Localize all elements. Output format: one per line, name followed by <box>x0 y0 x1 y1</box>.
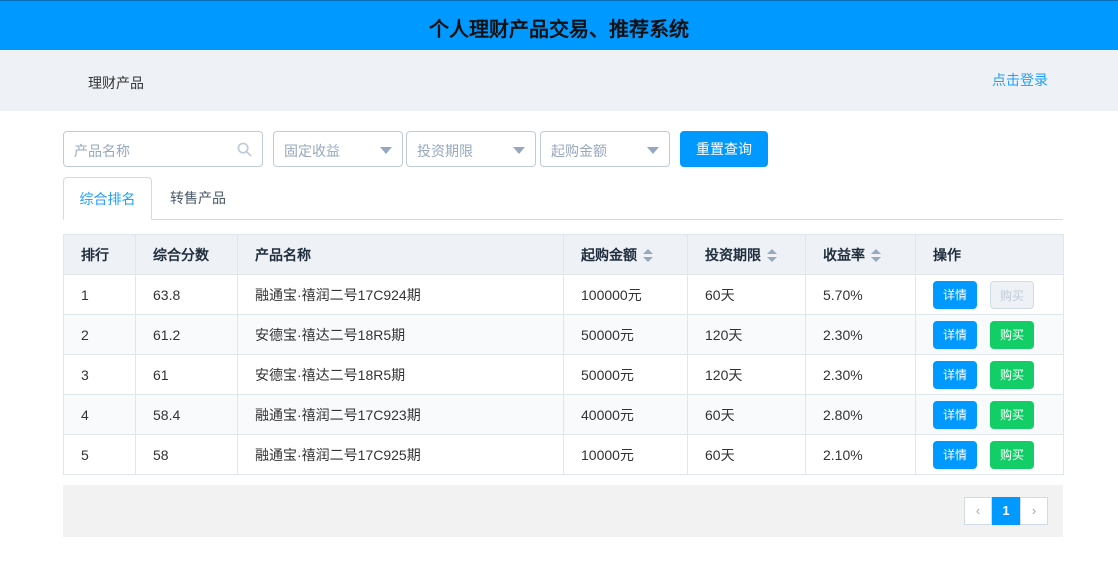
table-row: 1 63.8 融通宝·禧润二号17C924期 100000元 60天 5.70%… <box>63 274 1064 315</box>
prev-page-button[interactable]: ‹ <box>964 497 992 525</box>
detail-button[interactable]: 详情 <box>933 280 977 309</box>
nav-item-products[interactable]: 理财产品 <box>88 73 144 93</box>
cell-score: 61 <box>135 354 238 395</box>
app-header: 个人理财产品交易、推荐系统 <box>0 0 1118 50</box>
detail-button[interactable]: 详情 <box>933 320 977 349</box>
cell-rank: 2 <box>63 314 136 355</box>
tab-overall-ranking[interactable]: 综合排名 <box>63 177 152 220</box>
sort-icon[interactable] <box>643 248 653 263</box>
cell-actions: 详情 购买 <box>915 434 1064 475</box>
pagination-bar: ‹ 1 › <box>63 485 1063 537</box>
col-term[interactable]: 投资期限 <box>687 234 806 275</box>
cell-score: 61.2 <box>135 314 238 355</box>
chevron-down-icon <box>513 147 525 154</box>
cell-score: 63.8 <box>135 274 238 315</box>
cell-min-amount: 40000元 <box>563 394 688 435</box>
table-row: 3 61 安德宝·禧达二号18R5期 50000元 120天 2.30% 详情购… <box>63 354 1064 395</box>
search-input[interactable]: 产品名称 <box>63 131 263 167</box>
cell-min-amount: 100000元 <box>563 274 688 315</box>
col-product-name: 产品名称 <box>237 234 564 275</box>
col-rate-label: 收益率 <box>823 246 865 263</box>
cell-actions: 详情 购买 <box>915 354 1064 395</box>
detail-button[interactable]: 详情 <box>933 400 977 429</box>
app-title: 个人理财产品交易、推荐系统 <box>429 19 689 41</box>
sort-icon[interactable] <box>767 248 777 263</box>
detail-button[interactable]: 详情 <box>933 360 977 389</box>
cell-min-amount: 50000元 <box>563 354 688 395</box>
cell-rate: 2.30% <box>805 354 916 395</box>
reset-query-button[interactable]: 重置查询 <box>680 131 768 167</box>
detail-button[interactable]: 详情 <box>933 440 977 469</box>
col-min-amount-label: 起购金额 <box>581 246 637 263</box>
cell-term: 60天 <box>687 394 806 435</box>
chevron-down-icon <box>380 147 392 154</box>
cell-score: 58 <box>135 434 238 475</box>
cell-rank: 5 <box>63 434 136 475</box>
cell-min-amount: 50000元 <box>563 314 688 355</box>
buy-button[interactable]: 购买 <box>990 400 1034 429</box>
cell-product-name: 融通宝·禧润二号17C924期 <box>237 274 564 315</box>
col-term-label: 投资期限 <box>705 246 761 263</box>
search-icon[interactable] <box>237 142 252 157</box>
cell-actions: 详情 购买 <box>915 394 1064 435</box>
cell-actions: 详情 购买 <box>915 274 1064 315</box>
cell-term: 120天 <box>687 314 806 355</box>
cell-rank: 4 <box>63 394 136 435</box>
col-score: 综合分数 <box>135 234 238 275</box>
login-link[interactable]: 点击登录 <box>992 70 1048 90</box>
table-row: 5 58 融通宝·禧润二号17C925期 10000元 60天 2.10% 详情… <box>63 434 1064 475</box>
cell-product-name: 融通宝·禧润二号17C923期 <box>237 394 564 435</box>
search-placeholder: 产品名称 <box>74 143 130 159</box>
cell-product-name: 安德宝·禧达二号18R5期 <box>237 354 564 395</box>
income-type-placeholder: 固定收益 <box>284 143 340 159</box>
term-select[interactable]: 投资期限 <box>406 131 536 167</box>
cell-rank: 1 <box>63 274 136 315</box>
next-page-button[interactable]: › <box>1020 497 1048 525</box>
col-rate[interactable]: 收益率 <box>805 234 916 275</box>
min-amount-select[interactable]: 起购金额 <box>540 131 670 167</box>
cell-rank: 3 <box>63 354 136 395</box>
buy-button[interactable]: 购买 <box>990 360 1034 389</box>
buy-button[interactable]: 购买 <box>990 320 1034 349</box>
cell-score: 58.4 <box>135 394 238 435</box>
page-number-current[interactable]: 1 <box>992 497 1020 525</box>
cell-product-name: 安德宝·禧达二号18R5期 <box>237 314 564 355</box>
sort-icon[interactable] <box>871 248 881 263</box>
cell-product-name: 融通宝·禧润二号17C925期 <box>237 434 564 475</box>
cell-rate: 2.10% <box>805 434 916 475</box>
chevron-down-icon <box>647 147 659 154</box>
buy-button[interactable]: 购买 <box>990 440 1034 469</box>
table-header-row: 排行 综合分数 产品名称 起购金额 投资期限 收益率 操作 <box>63 234 1064 275</box>
cell-term: 60天 <box>687 434 806 475</box>
tab-bar: 综合排名 转售产品 <box>63 177 1063 220</box>
tab-resale-products[interactable]: 转售产品 <box>153 177 243 219</box>
cell-term: 120天 <box>687 354 806 395</box>
nav-bar: 理财产品 点击登录 <box>0 50 1118 111</box>
table-row: 4 58.4 融通宝·禧润二号17C923期 40000元 60天 2.80% … <box>63 394 1064 435</box>
col-min-amount[interactable]: 起购金额 <box>563 234 688 275</box>
table-row: 2 61.2 安德宝·禧达二号18R5期 50000元 120天 2.30% 详… <box>63 314 1064 355</box>
cell-min-amount: 10000元 <box>563 434 688 475</box>
cell-term: 60天 <box>687 274 806 315</box>
cell-rate: 2.30% <box>805 314 916 355</box>
min-amount-placeholder: 起购金额 <box>551 143 607 159</box>
col-rank: 排行 <box>63 234 136 275</box>
col-actions: 操作 <box>915 234 1064 275</box>
cell-actions: 详情 购买 <box>915 314 1064 355</box>
products-table: 排行 综合分数 产品名称 起购金额 投资期限 收益率 操作 1 63.8 融通宝… <box>63 234 1064 475</box>
cell-rate: 5.70% <box>805 274 916 315</box>
income-type-select[interactable]: 固定收益 <box>273 131 403 167</box>
cell-rate: 2.80% <box>805 394 916 435</box>
term-placeholder: 投资期限 <box>417 143 473 159</box>
buy-button-disabled: 购买 <box>990 280 1034 309</box>
